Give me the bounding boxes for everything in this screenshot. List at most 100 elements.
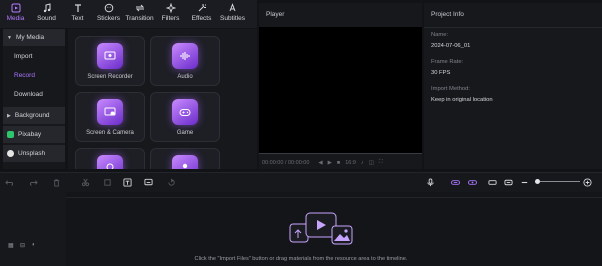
export-icon[interactable] bbox=[166, 177, 177, 188]
card-label: Screen & Camera bbox=[86, 130, 134, 136]
delete-icon[interactable] bbox=[51, 177, 62, 188]
project-info-title: Project Info bbox=[431, 11, 464, 18]
snapshot-icon[interactable]: ◫ bbox=[369, 160, 374, 166]
transition-icon bbox=[135, 4, 144, 12]
sticker-icon bbox=[104, 3, 113, 13]
unsplash-logo-icon bbox=[7, 150, 14, 157]
sidebar-item-record[interactable]: Record bbox=[3, 67, 65, 84]
zoom-slider-handle[interactable] bbox=[535, 179, 540, 184]
sidebar-item-pixabay[interactable]: Pixabay bbox=[3, 126, 65, 143]
track-visibility-icon[interactable]: ◐ bbox=[32, 242, 36, 248]
player-title: Player bbox=[266, 11, 285, 18]
link-icon[interactable] bbox=[450, 177, 461, 188]
undo-icon[interactable] bbox=[4, 177, 15, 188]
webcam-icon bbox=[97, 155, 123, 169]
tab-text[interactable]: Text bbox=[62, 0, 93, 28]
text-tool-icon[interactable] bbox=[122, 177, 133, 188]
microphone-icon[interactable] bbox=[425, 177, 436, 188]
track-header-panel: ▦ ⊟ ◐ bbox=[0, 192, 66, 266]
chevron-down-icon: ▼ bbox=[7, 34, 12, 41]
zoom-slider-track[interactable] bbox=[540, 181, 580, 182]
fit-timeline-icon[interactable] bbox=[503, 177, 514, 188]
timeline-toolbar bbox=[0, 172, 602, 192]
track-lock-icon[interactable]: ⊟ bbox=[20, 242, 25, 249]
project-info-panel: Project Info Name: 2024-07-06_01 Frame R… bbox=[424, 3, 602, 169]
sidebar-item-background[interactable]: ▶ Background bbox=[3, 107, 65, 124]
playback-time: 00:00:00 / 00:00:00 bbox=[262, 159, 310, 166]
player-controls: 00:00:00 / 00:00:00 ◀ ▶ ■ 16:9 ♪ ◫ ⛶ bbox=[259, 156, 422, 169]
avatar-card[interactable] bbox=[150, 148, 220, 169]
screen-recorder-icon bbox=[97, 43, 123, 69]
audio-card[interactable]: Audio bbox=[150, 36, 220, 86]
pixabay-logo-icon bbox=[7, 131, 14, 138]
sidebar-item-import[interactable]: Import bbox=[3, 48, 65, 65]
preview-screen[interactable] bbox=[259, 27, 422, 154]
stop-icon[interactable]: ■ bbox=[337, 160, 340, 166]
tab-transition[interactable]: Transition bbox=[124, 0, 155, 28]
sidebar-item-download[interactable]: Download bbox=[3, 86, 65, 103]
avatar-icon bbox=[172, 155, 198, 169]
chevron-right-icon: ▶ bbox=[7, 112, 11, 119]
card-label: Game bbox=[176, 130, 194, 136]
sidebar-item-label: Import bbox=[14, 53, 33, 60]
sidebar-item-label: Download bbox=[14, 91, 43, 98]
effects-icon bbox=[198, 4, 206, 12]
game-card[interactable]: Game bbox=[150, 92, 220, 142]
tab-sound[interactable]: Sound bbox=[31, 0, 62, 28]
tab-subtitles[interactable]: Subtitles bbox=[217, 0, 248, 28]
tab-filters[interactable]: Filters bbox=[155, 0, 186, 28]
frame-rate-value: 30 FPS bbox=[431, 70, 451, 76]
tab-effects-label: Effects bbox=[191, 15, 212, 22]
screen-camera-icon bbox=[97, 99, 123, 125]
marker-icon[interactable] bbox=[487, 177, 498, 188]
fullscreen-icon[interactable]: ⛶ bbox=[379, 159, 383, 166]
timeline-ruler[interactable] bbox=[66, 192, 602, 198]
sidebar-item-label: Pixabay bbox=[18, 131, 42, 138]
crop-icon[interactable] bbox=[102, 177, 113, 188]
tab-effects[interactable]: Effects bbox=[186, 0, 217, 28]
filter-icon bbox=[165, 3, 176, 13]
zoom-out-icon[interactable] bbox=[519, 177, 530, 188]
audio-waveform-icon bbox=[172, 43, 198, 69]
divider bbox=[424, 27, 602, 28]
track-grid-icon[interactable]: ▦ bbox=[8, 242, 14, 249]
tab-media[interactable]: Media bbox=[0, 0, 31, 28]
tab-text-label: Text bbox=[71, 15, 84, 22]
player-panel: Player 00:00:00 / 00:00:00 ◀ ▶ ■ 16:9 ♪ … bbox=[259, 3, 422, 169]
tab-transition-label: Transition bbox=[125, 15, 154, 22]
media-icon bbox=[11, 3, 20, 13]
media-sidebar: ▼ My Media Import Record Download ▶ Back… bbox=[3, 29, 65, 169]
player-scrubber[interactable] bbox=[259, 153, 422, 154]
volume-icon[interactable]: ♪ bbox=[361, 160, 364, 166]
subtitles-icon bbox=[229, 3, 235, 12]
editor-window: Media Sound Text Stickers Transition Fil… bbox=[0, 0, 602, 266]
magnet-snap-icon[interactable] bbox=[467, 177, 478, 188]
text-icon bbox=[74, 4, 81, 12]
tab-subtitles-label: Subtitles bbox=[220, 15, 245, 22]
sidebar-item-label: Unsplash bbox=[18, 150, 46, 157]
previous-frame-icon[interactable]: ◀ bbox=[318, 160, 322, 166]
frame-rate-label: Frame Rate: bbox=[431, 59, 464, 65]
zoom-in-icon[interactable] bbox=[582, 177, 593, 188]
tab-stickers-label: Stickers bbox=[96, 15, 121, 22]
card-label: Screen Recorder bbox=[87, 74, 133, 80]
tab-sound-label: Sound bbox=[37, 15, 56, 22]
import-method-label: Import Method: bbox=[431, 86, 470, 92]
redo-icon[interactable] bbox=[28, 177, 39, 188]
import-files-illustration-icon bbox=[289, 212, 353, 245]
subtitle-tool-icon[interactable] bbox=[143, 177, 154, 188]
sidebar-item-label: Background bbox=[14, 112, 50, 119]
timeline-hint: Click the "Import Files" button or drag … bbox=[194, 256, 408, 262]
name-label: Name: bbox=[431, 32, 449, 38]
webcam-card[interactable] bbox=[75, 148, 145, 169]
play-icon[interactable]: ▶ bbox=[328, 160, 332, 166]
import-method-value: Keep in original location bbox=[431, 97, 493, 103]
screen-camera-card[interactable]: Screen & Camera bbox=[75, 92, 145, 142]
sidebar-item-unsplash[interactable]: Unsplash bbox=[3, 145, 65, 162]
screen-recorder-card[interactable]: Screen Recorder bbox=[75, 36, 145, 86]
split-icon[interactable] bbox=[80, 177, 91, 188]
tab-stickers[interactable]: Stickers bbox=[93, 0, 124, 28]
sidebar-item-my-media[interactable]: ▼ My Media bbox=[3, 29, 65, 46]
aspect-ratio-select[interactable]: 16:9 bbox=[345, 160, 356, 166]
name-value: 2024-07-06_01 bbox=[431, 43, 471, 49]
